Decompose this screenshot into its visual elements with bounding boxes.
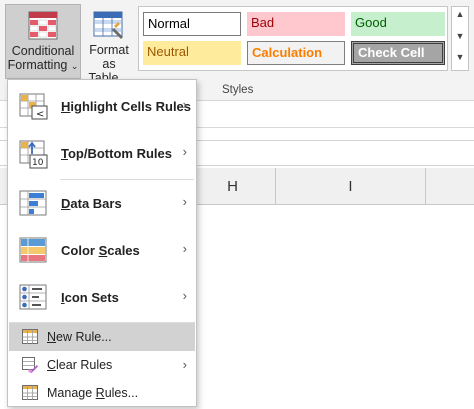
chevron-down-icon: ⌄ xyxy=(70,61,79,71)
menu-item-manage-rules[interactable]: Manage Rules... xyxy=(9,379,195,407)
menu-item-label-post: lear Rules xyxy=(56,358,113,372)
menu-item-new-rule[interactable]: New Rule... xyxy=(9,323,195,351)
clear-rules-icon xyxy=(22,357,38,373)
color-scales-icon xyxy=(19,237,47,263)
menu-item-label: Clear Rules xyxy=(47,358,112,372)
menu-item-label-post: op/Bottom Rules xyxy=(67,146,172,161)
excel-window: Conditional Formatting ⌄ Format as Table… xyxy=(0,0,474,409)
menu-item-label: Color Scales xyxy=(61,243,140,258)
format-as-table-icon xyxy=(93,11,123,39)
styles-group-label: Styles xyxy=(222,84,254,96)
format-as-table-label-line1: Format as xyxy=(89,43,129,71)
style-check-cell[interactable]: Check Cell xyxy=(351,41,445,65)
top-bottom-icon: 10 xyxy=(19,140,48,169)
conditional-formatting-menu: < Highlight Cells Rules › 10 Top/Bottom … xyxy=(7,79,197,407)
menu-item-label: Highlight Cells Rules xyxy=(61,99,191,114)
menu-item-highlight-cells-rules[interactable]: < Highlight Cells Rules › xyxy=(9,84,195,131)
gallery-scroll-up-icon[interactable]: ▲ xyxy=(452,9,468,19)
svg-text:10: 10 xyxy=(32,158,44,168)
menu-item-top-bottom-rules[interactable]: 10 Top/Bottom Rules › xyxy=(9,131,195,178)
menu-item-label-post: ules... xyxy=(104,386,139,400)
conditional-formatting-label-line2: Formatting ⌄ xyxy=(6,58,80,73)
conditional-formatting-label-line1: Conditional xyxy=(11,44,75,58)
column-header-i[interactable]: I xyxy=(276,168,426,205)
menu-item-label-post: ighlight Cells Rules xyxy=(70,99,192,114)
menu-item-label: Data Bars xyxy=(61,196,122,211)
menu-item-access-key: R xyxy=(95,386,105,400)
menu-item-icon-sets[interactable]: Icon Sets › xyxy=(9,275,195,322)
menu-item-data-bars[interactable]: Data Bars › xyxy=(9,181,195,228)
gallery-more-icon[interactable]: ▼ xyxy=(452,52,468,62)
menu-item-clear-rules[interactable]: Clear Rules › xyxy=(9,351,195,379)
submenu-arrow-icon: › xyxy=(182,357,187,372)
menu-item-label-post: ew Rule... xyxy=(56,330,112,344)
icon-sets-icon xyxy=(19,284,47,310)
cell-styles-gallery: Normal Bad Good Neutral Calculation Chec… xyxy=(138,6,448,71)
style-calculation[interactable]: Calculation xyxy=(247,41,345,65)
submenu-arrow-icon: › xyxy=(182,288,187,303)
menu-separator xyxy=(60,179,194,180)
style-good[interactable]: Good xyxy=(351,12,445,36)
menu-item-label-post: ata Bars xyxy=(70,196,122,211)
menu-item-label: Top/Bottom Rules xyxy=(61,146,172,161)
menu-item-label-pre: Manage xyxy=(47,386,96,400)
conditional-formatting-label-text: Formatting xyxy=(7,58,68,72)
style-bad[interactable]: Bad xyxy=(247,12,345,36)
submenu-arrow-icon: › xyxy=(182,97,187,112)
format-as-table-button[interactable]: Format as Table ⌄ xyxy=(82,4,136,85)
new-rule-icon xyxy=(22,329,38,344)
menu-item-access-key: N xyxy=(47,330,57,344)
submenu-arrow-icon: › xyxy=(182,241,187,256)
submenu-arrow-icon: › xyxy=(182,194,187,209)
menu-item-color-scales[interactable]: Color Scales › xyxy=(9,228,195,275)
conditional-formatting-button[interactable]: Conditional Formatting ⌄ xyxy=(5,4,81,79)
menu-item-label: Icon Sets xyxy=(61,290,119,305)
style-normal[interactable]: Normal xyxy=(143,12,241,36)
menu-item-access-key: D xyxy=(61,196,71,211)
menu-item-access-key: S xyxy=(98,243,108,258)
style-neutral[interactable]: Neutral xyxy=(143,41,241,65)
menu-item-access-key: H xyxy=(61,99,71,114)
menu-item-access-key: T xyxy=(61,146,68,161)
menu-item-label: Manage Rules... xyxy=(47,386,138,400)
gallery-scroll: ▲ ▼ ▼ xyxy=(451,6,469,71)
menu-item-label: New Rule... xyxy=(47,330,112,344)
submenu-arrow-icon: › xyxy=(182,144,187,159)
highlight-cells-icon: < xyxy=(19,93,48,120)
conditional-formatting-icon xyxy=(28,11,58,40)
menu-item-access-key: C xyxy=(47,358,57,372)
menu-item-label-post: cales xyxy=(107,243,140,258)
column-header-h[interactable]: H xyxy=(190,168,276,205)
menu-item-label-post: con Sets xyxy=(64,290,119,305)
svg-text:<: < xyxy=(36,109,44,120)
manage-rules-icon xyxy=(22,385,38,400)
menu-item-label-pre: Color xyxy=(61,243,99,258)
gallery-scroll-down-icon[interactable]: ▼ xyxy=(452,31,468,41)
data-bars-icon xyxy=(19,190,47,216)
